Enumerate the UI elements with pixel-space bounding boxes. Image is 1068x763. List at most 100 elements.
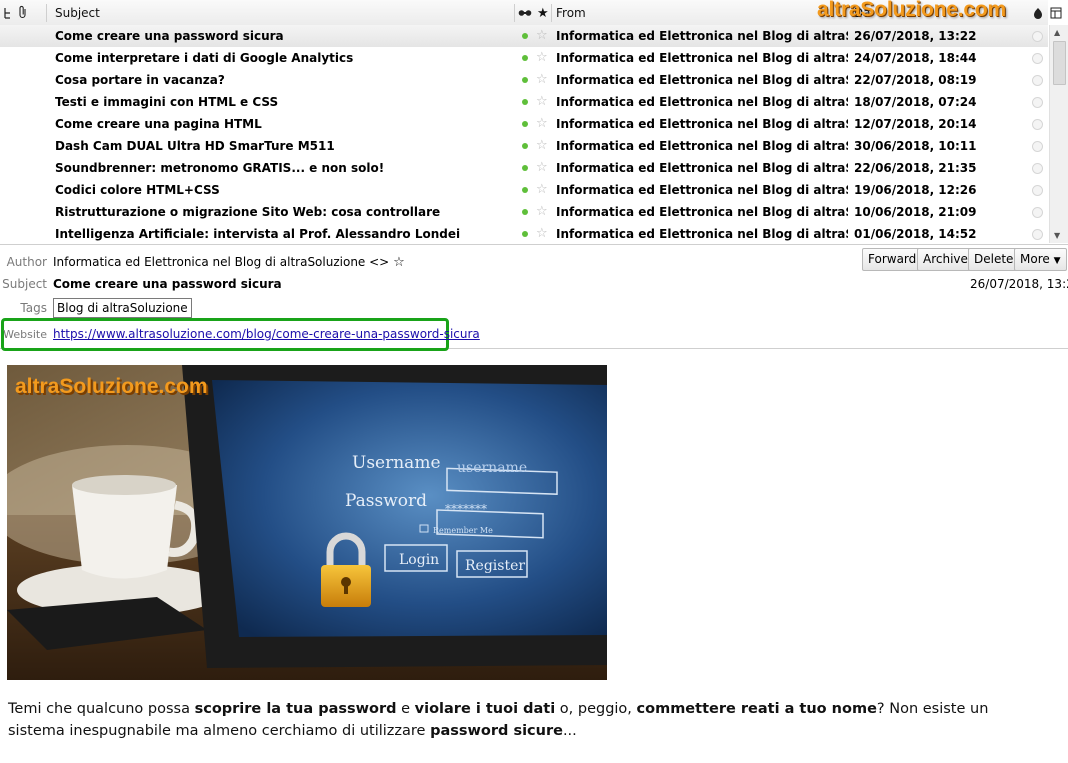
column-separator [551, 4, 552, 22]
read-status-icon[interactable] [522, 143, 528, 149]
subject-value: Come creare una password sicura [53, 277, 282, 291]
message-row[interactable]: Come creare una pagina HTML ☆ Informatica … [0, 113, 1048, 135]
read-status-icon[interactable] [522, 99, 528, 105]
message-from: Informatica ed Elettronica nel Blog di a… [556, 51, 848, 65]
star-icon[interactable]: ☆ [536, 157, 548, 179]
watermark-logo: altraSoluzione.com [817, 0, 1006, 21]
message-from: Informatica ed Elettronica nel Blog di a… [556, 161, 848, 175]
scrollbar-thumb[interactable] [1053, 41, 1066, 85]
star-icon[interactable]: ☆ [536, 47, 548, 69]
archive-button[interactable]: Archive [917, 248, 974, 271]
chevron-down-icon: ▼ [1053, 256, 1061, 266]
junk-status-icon[interactable] [1032, 119, 1043, 130]
read-status-icon[interactable] [522, 121, 528, 127]
column-picker-icon[interactable] [1050, 0, 1064, 25]
author-text[interactable]: Informatica ed Elettronica nel Blog di a… [53, 255, 389, 269]
delete-button[interactable]: Delete [968, 248, 1020, 271]
tag-chip[interactable]: Blog di altraSoluzione [53, 298, 192, 318]
body-text: Temi che qualcuno possa [8, 701, 195, 717]
junk-status-icon[interactable] [1032, 75, 1043, 86]
body-text: ... [562, 723, 577, 739]
message-row[interactable]: Codici colore HTML+CSS ☆ Informatica ed El… [0, 179, 1048, 201]
read-status-icon[interactable] [522, 77, 528, 83]
junk-status-icon[interactable] [1032, 207, 1043, 218]
message-date: 22/06/2018, 21:35 [854, 161, 977, 175]
more-button[interactable]: More ▼ [1014, 248, 1067, 271]
star-icon[interactable]: ☆ [536, 113, 548, 135]
message-row[interactable]: Ristrutturazione o migrazione Sito Web: … [0, 201, 1048, 223]
message-row[interactable]: Come creare una password sicura ☆ Informat… [0, 25, 1048, 47]
message-row[interactable]: Soundbrenner: metronomo GRATIS... e non … [0, 157, 1048, 179]
message-subject: Dash Cam DUAL Ultra HD SmarTure M511 [55, 139, 335, 153]
message-list-scrollbar[interactable]: ▲ ▼ [1049, 25, 1068, 243]
junk-status-icon[interactable] [1032, 185, 1043, 196]
scroll-up-icon[interactable]: ▲ [1054, 28, 1060, 37]
message-date: 18/07/2018, 07:24 [854, 95, 977, 109]
read-status-icon[interactable] [522, 187, 528, 193]
star-icon[interactable]: ☆ [536, 25, 548, 47]
tags-label: Tags [20, 301, 47, 315]
message-row[interactable]: Intelligenza Artificiale: intervista al … [0, 223, 1048, 245]
star-icon[interactable]: ☆ [536, 223, 548, 245]
message-date: 01/06/2018, 14:52 [854, 227, 977, 241]
message-subject: Come interpretare i dati di Google Analy… [55, 51, 354, 65]
attachment-column-icon[interactable] [18, 0, 32, 25]
forward-button[interactable]: Forward [862, 248, 923, 271]
column-separator [514, 4, 515, 22]
more-button-label: More [1020, 252, 1050, 266]
body-bold: password sicure [430, 723, 563, 739]
junk-status-icon[interactable] [1032, 31, 1043, 42]
message-header-pane: Author Informatica ed Elettronica nel Bl… [0, 245, 1068, 351]
message-subject: Cosa portare in vacanza? [55, 73, 225, 87]
message-list: Subject ★ From Da altraSoluzione.com Com… [0, 0, 1068, 245]
author-value[interactable]: Informatica ed Elettronica nel Blog di a… [53, 255, 405, 270]
junk-status-icon[interactable] [1032, 229, 1043, 240]
star-icon[interactable]: ☆ [536, 201, 548, 223]
star-icon[interactable]: ☆ [536, 135, 548, 157]
article-paragraph: Temi che qualcuno possa scoprire la tua … [8, 698, 1048, 742]
junk-status-icon[interactable] [1032, 97, 1043, 108]
read-status-icon[interactable] [522, 231, 528, 237]
star-icon[interactable]: ☆ [536, 179, 548, 201]
read-status-icon[interactable] [522, 165, 528, 171]
message-row[interactable]: Dash Cam DUAL Ultra HD SmarTure M511 ☆ Inf… [0, 135, 1048, 157]
message-date: 26/07/2018, 13:22 [970, 277, 1068, 291]
junk-status-icon[interactable] [1032, 141, 1043, 152]
thread-column-icon[interactable] [3, 0, 15, 25]
message-date: 19/06/2018, 12:26 [854, 183, 977, 197]
junk-column-icon[interactable] [1033, 0, 1043, 25]
hero-watermark: altraSoluzione.com [15, 375, 208, 398]
message-from: Informatica ed Elettronica nel Blog di a… [556, 95, 848, 109]
message-row[interactable]: Come interpretare i dati di Google Analy… [0, 47, 1048, 69]
read-status-icon[interactable] [522, 209, 528, 215]
message-date: 24/07/2018, 18:44 [854, 51, 977, 65]
star-icon[interactable]: ☆ [536, 91, 548, 113]
hero-password-mask: ******* [445, 502, 487, 516]
read-status-icon[interactable] [522, 33, 528, 39]
read-column-icon[interactable] [518, 0, 534, 25]
message-row[interactable]: Testi e immagini con HTML e CSS ☆ Informat… [0, 91, 1048, 113]
read-status-icon[interactable] [522, 55, 528, 61]
message-from: Informatica ed Elettronica nel Blog di a… [556, 183, 848, 197]
add-contact-star-icon[interactable]: ☆ [393, 255, 405, 270]
junk-status-icon[interactable] [1032, 53, 1043, 64]
star-column-icon[interactable]: ★ [537, 0, 549, 25]
scroll-down-icon[interactable]: ▼ [1054, 231, 1060, 240]
hero-register: Register [465, 558, 525, 574]
column-header-bar: Subject ★ From Da altraSoluzione.com [0, 0, 1062, 26]
message-from: Informatica ed Elettronica nel Blog di a… [556, 29, 848, 43]
message-date: 30/06/2018, 10:11 [854, 139, 977, 153]
website-link[interactable]: https://www.altrasoluzione.com/blog/come… [53, 327, 480, 341]
message-from: Informatica ed Elettronica nel Blog di a… [556, 139, 848, 153]
star-icon[interactable]: ☆ [536, 69, 548, 91]
hero-username-label: Username [352, 453, 441, 473]
from-column-header[interactable]: From [556, 0, 586, 25]
message-row[interactable]: Cosa portare in vacanza? ☆ Informatica ed … [0, 69, 1048, 91]
subject-column-header[interactable]: Subject [55, 0, 100, 25]
message-subject: Intelligenza Artificiale: intervista al … [55, 227, 461, 241]
message-rows: Come creare una password sicura ☆ Informat… [0, 25, 1048, 245]
hero-login: Login [399, 552, 439, 568]
junk-status-icon[interactable] [1032, 163, 1043, 174]
message-subject: Codici colore HTML+CSS [55, 183, 220, 197]
message-from: Informatica ed Elettronica nel Blog di a… [556, 73, 848, 87]
